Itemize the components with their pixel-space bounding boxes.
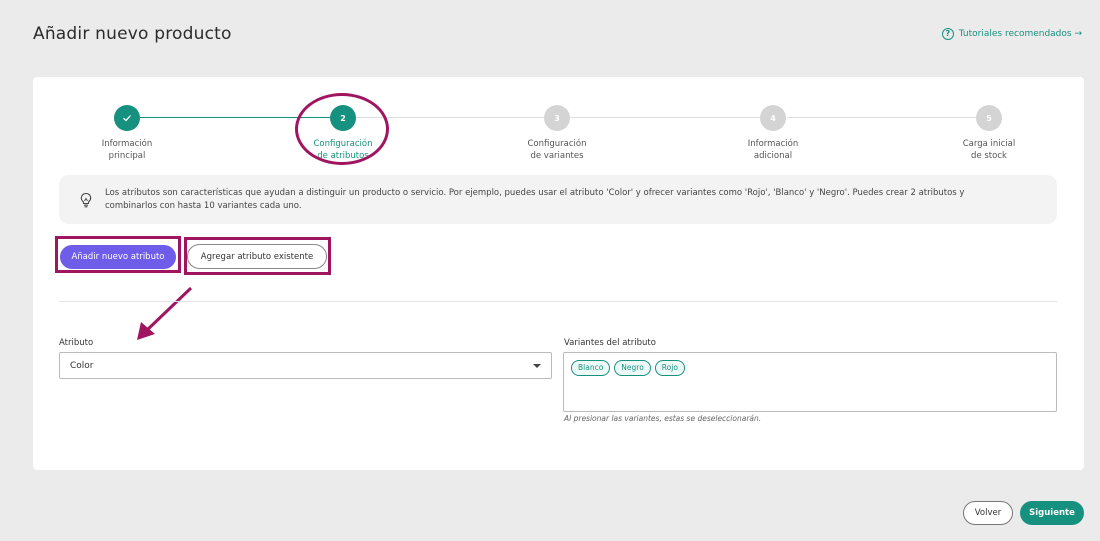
section-divider	[59, 301, 1057, 302]
variant-chip-negro[interactable]: Negro	[614, 360, 651, 376]
step-4-label: Información adicional	[747, 139, 799, 161]
variants-label: Variantes del atributo	[564, 338, 656, 348]
attribute-label: Atributo	[59, 338, 94, 348]
variant-chip-blanco[interactable]: Blanco	[571, 360, 611, 376]
back-button[interactable]: Volver	[963, 501, 1013, 525]
step-5-label: Carga inicial de stock	[962, 139, 1016, 161]
tutorials-link[interactable]: ? Tutoriales recomendados →	[941, 28, 1082, 40]
step-1-circle[interactable]	[114, 105, 140, 131]
next-button[interactable]: Siguiente	[1020, 501, 1084, 525]
tutorials-link-label: Tutoriales recomendados →	[958, 29, 1082, 39]
lightbulb-icon	[80, 192, 92, 207]
attribute-select-value: Color	[70, 360, 94, 371]
annotation-arrow-icon	[137, 286, 193, 340]
annotation-ellipse	[295, 93, 389, 165]
step-3-label: Configuración de variantes	[527, 139, 587, 161]
step-1-label: Información principal	[101, 139, 153, 161]
step-5-circle[interactable]: 5	[976, 105, 1002, 131]
stepper: Información principal 2 Configuración de…	[33, 77, 1084, 167]
step-3-circle[interactable]: 3	[544, 105, 570, 131]
main-card: Información principal 2 Configuración de…	[33, 77, 1084, 470]
variants-field[interactable]: Blanco Negro Rojo	[563, 352, 1057, 412]
help-circle-icon: ?	[941, 28, 954, 40]
attribute-select[interactable]: Color	[59, 352, 552, 379]
info-box: Los atributos son características que ay…	[59, 175, 1057, 224]
variants-hint: Al presionar las variantes, estas se des…	[564, 414, 762, 423]
variant-chip-rojo[interactable]: Rojo	[654, 360, 685, 376]
step-connector-4-5	[787, 117, 990, 118]
annotation-rect-add-existing	[184, 237, 331, 275]
annotation-rect-add-new	[55, 236, 181, 273]
check-icon	[123, 115, 131, 122]
page-title: Añadir nuevo producto	[33, 24, 232, 44]
step-connector-3-4	[570, 117, 774, 118]
step-4-circle[interactable]: 4	[760, 105, 786, 131]
info-text: Los atributos son características que ay…	[105, 187, 965, 211]
chevron-down-icon	[533, 364, 541, 368]
